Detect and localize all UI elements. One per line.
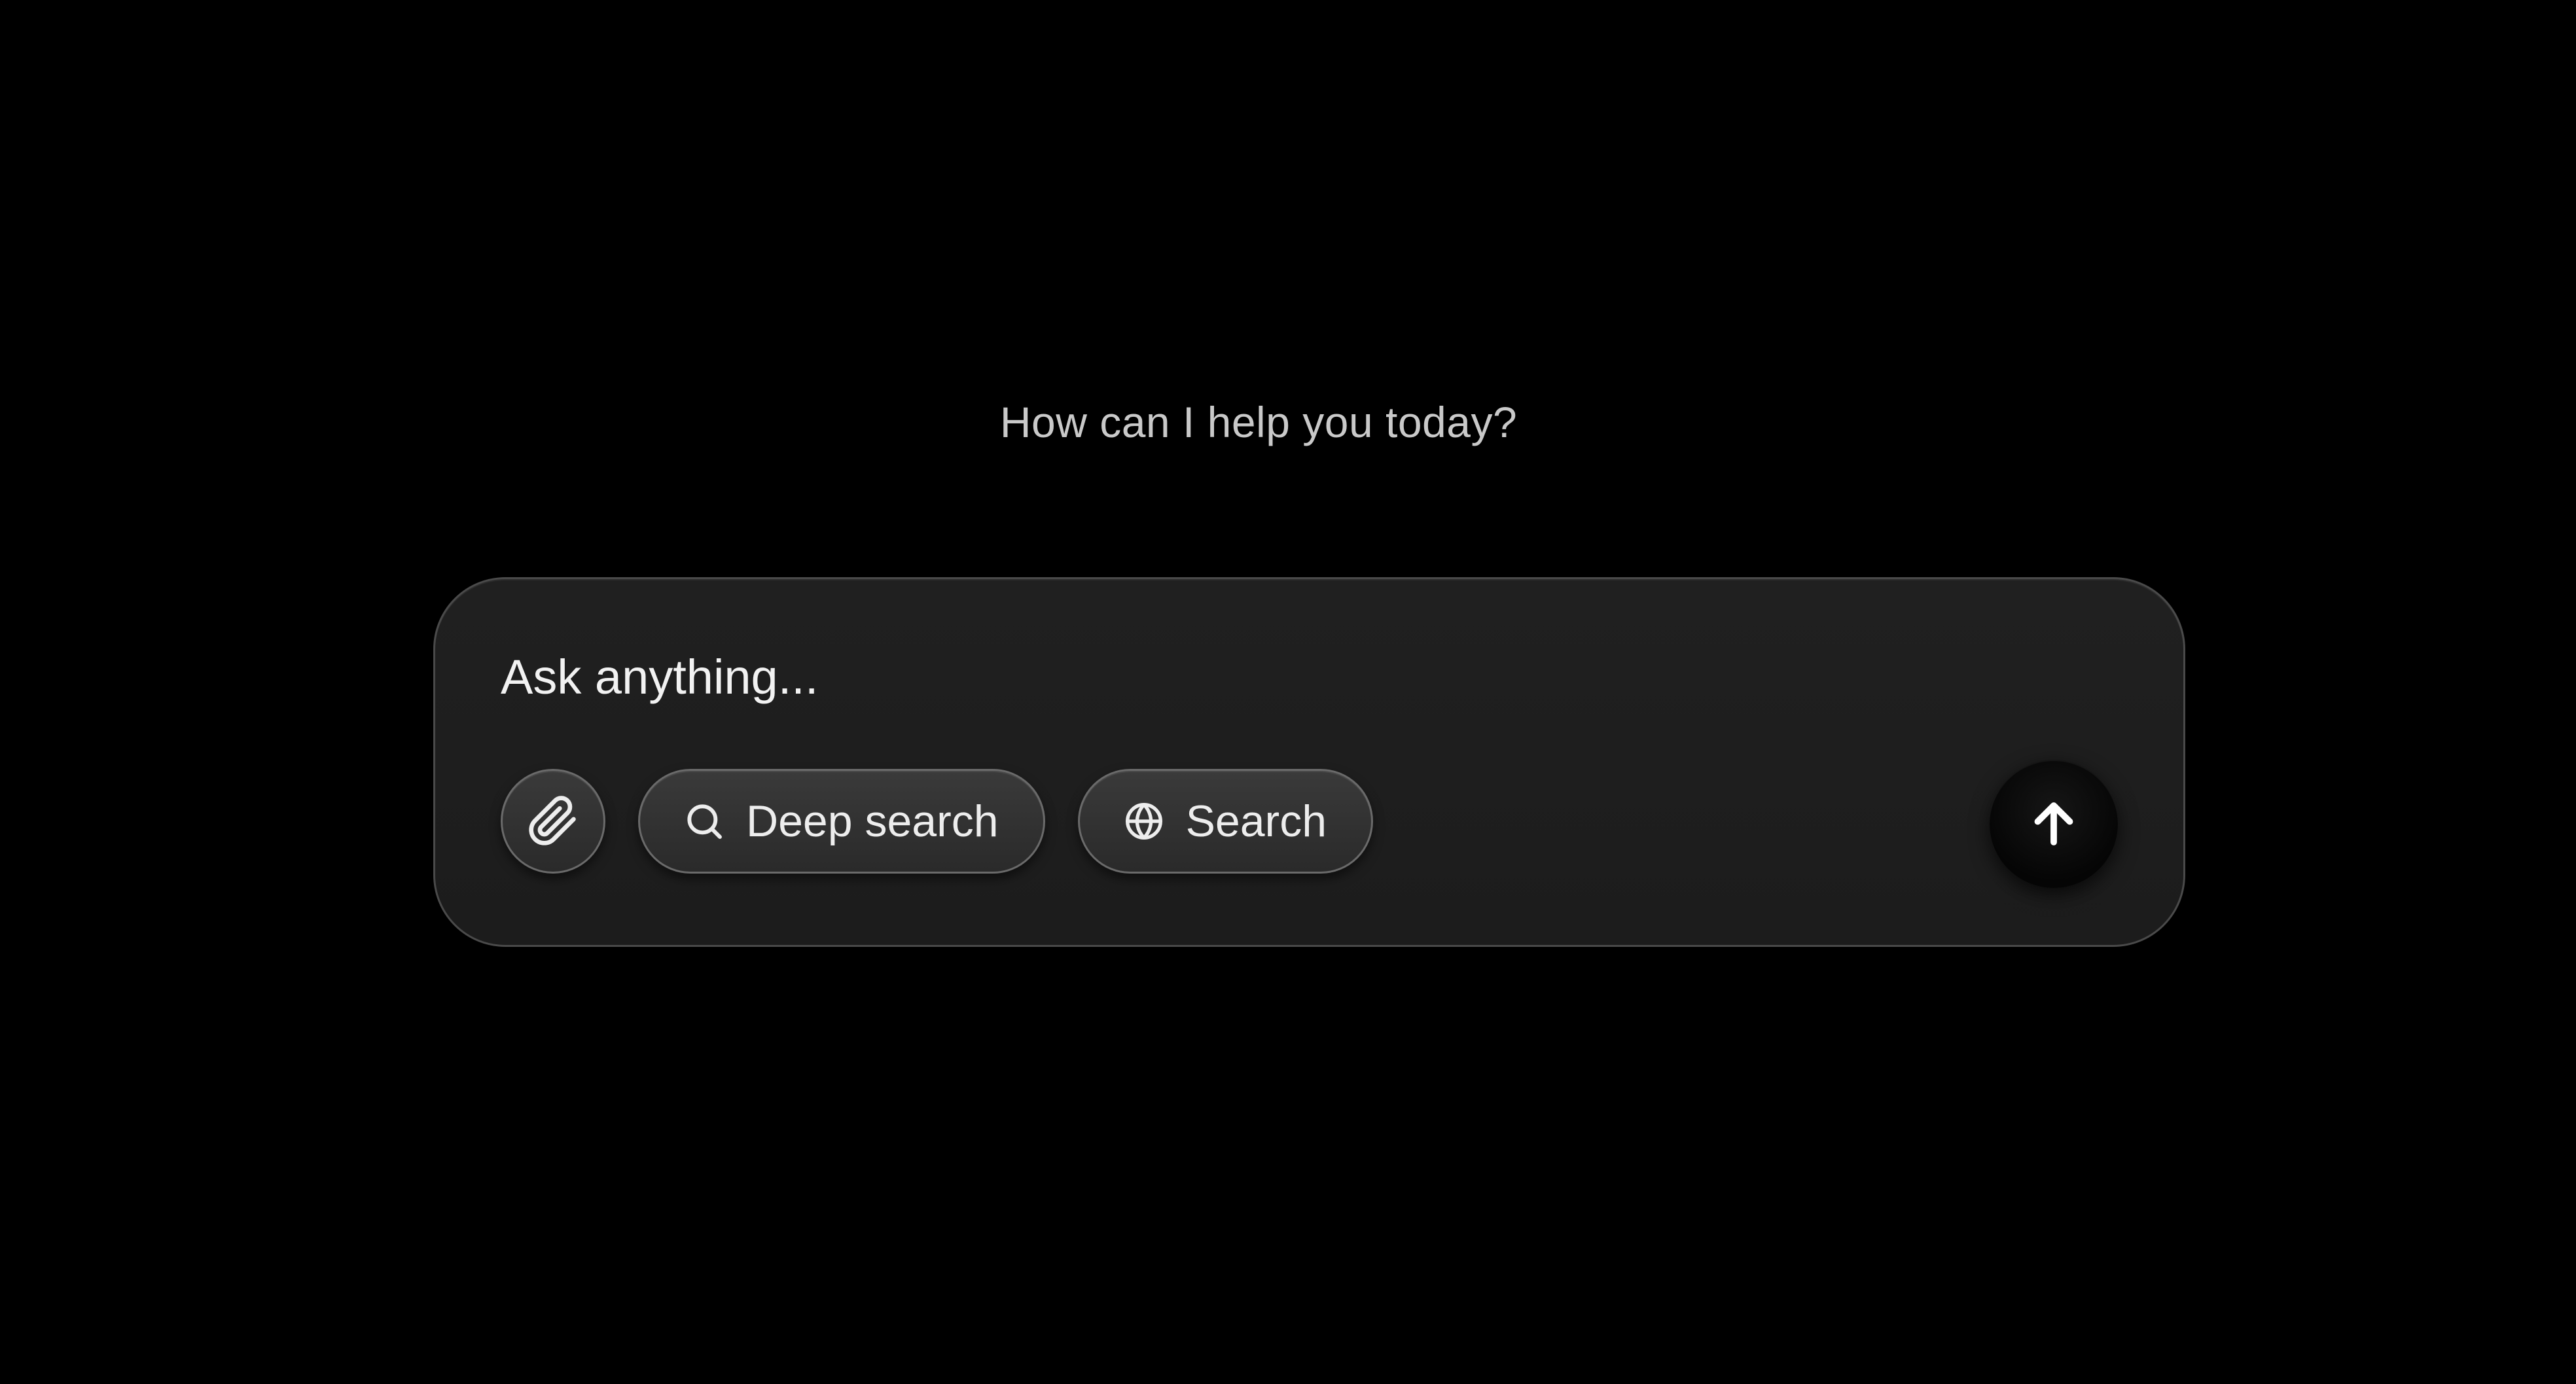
chat-composer: Deep search Search (433, 577, 2185, 947)
send-button[interactable] (1990, 760, 2118, 888)
paperclip-icon (527, 795, 579, 847)
prompt-input[interactable] (501, 645, 2006, 710)
search-label: Search (1185, 796, 1327, 846)
search-icon (683, 800, 725, 842)
greeting-heading: How can I help you today? (999, 398, 1518, 446)
deep-search-button[interactable]: Deep search (638, 769, 1045, 874)
page: How can I help you today? Deep sea (0, 0, 2576, 1384)
attach-button[interactable] (501, 769, 605, 874)
deep-search-label: Deep search (746, 796, 999, 846)
search-button[interactable]: Search (1077, 769, 1374, 874)
arrow-up-icon (2026, 796, 2081, 851)
composer-toolbar: Deep search Search (501, 769, 1374, 874)
globe-icon (1123, 800, 1165, 842)
